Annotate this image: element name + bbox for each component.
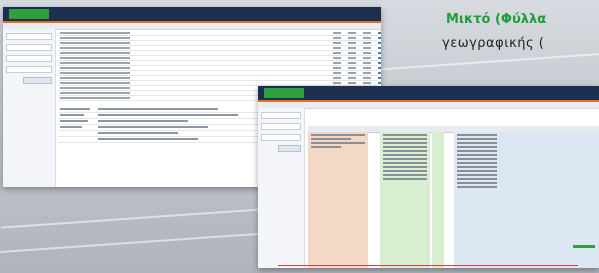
filter-panel [258, 108, 305, 268]
filter-field[interactable] [261, 123, 301, 130]
app-header [3, 7, 381, 23]
headline: Μικτό (Φύλλα [446, 12, 547, 27]
filter-field[interactable] [6, 55, 52, 62]
filter-button[interactable] [278, 145, 301, 152]
filter-field[interactable] [261, 134, 301, 141]
filter-panel [3, 29, 56, 187]
table-column [432, 132, 444, 268]
toolbar [3, 23, 381, 30]
app-logo[interactable] [9, 9, 49, 19]
footer-divider [278, 265, 578, 266]
filter-field[interactable] [6, 33, 52, 40]
filter-field[interactable] [6, 66, 52, 73]
filter-field[interactable] [261, 112, 301, 119]
filter-button[interactable] [23, 77, 52, 84]
app-logo[interactable] [264, 88, 304, 98]
background-stripe [380, 51, 599, 71]
subline: γεωγραφικής ( [442, 36, 545, 51]
toolbar [258, 102, 599, 109]
save-indicator [573, 245, 595, 248]
table-column [380, 132, 430, 268]
filter-field[interactable] [6, 44, 52, 51]
table-column [308, 132, 368, 268]
screenshot-2 [258, 86, 599, 268]
app-header [258, 86, 599, 102]
comparison-table [308, 126, 599, 268]
